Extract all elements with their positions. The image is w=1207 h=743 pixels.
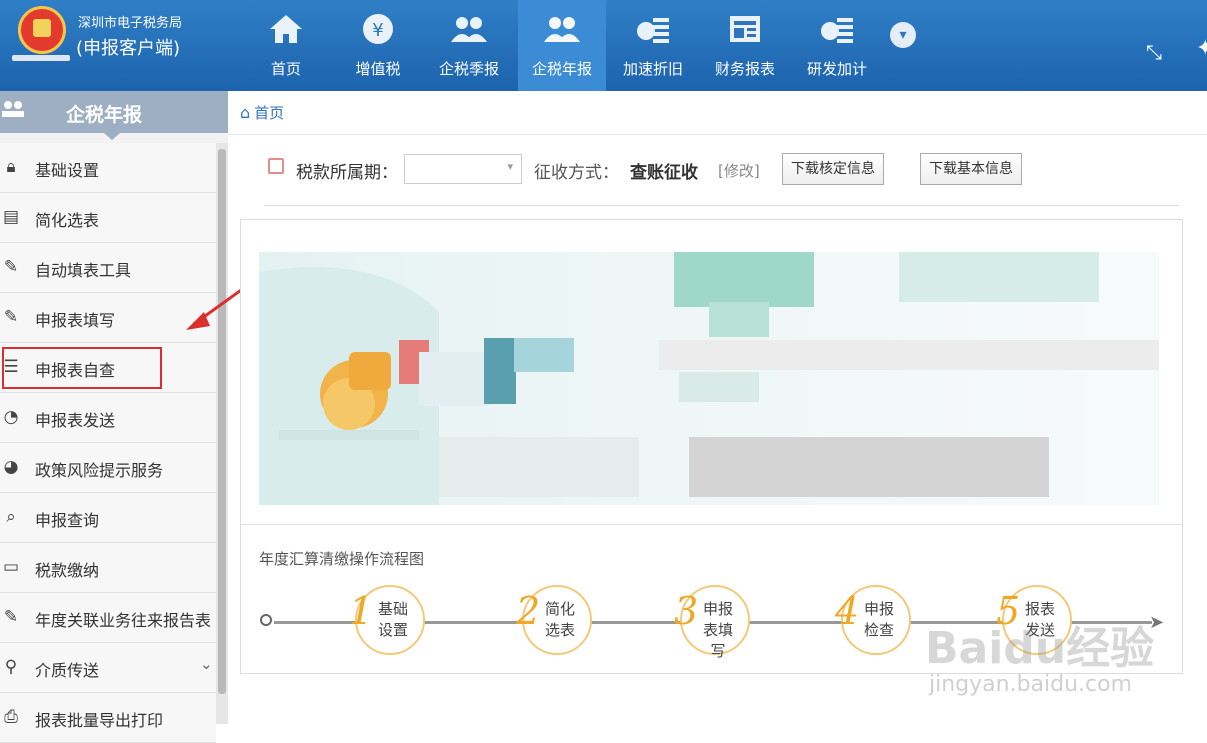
levy-value: 查账征收 — [630, 163, 698, 183]
sidebar-item-media-transfer[interactable]: ⚲ 介质传送 ⌄ — [0, 643, 216, 693]
sidebar-item-report-query[interactable]: ⌕ 申报查询 — [0, 493, 216, 543]
gear-icon[interactable]: ✦ — [1196, 36, 1207, 61]
chevron-down-icon: ▾ — [507, 160, 513, 173]
tax-bureau-emblem-icon — [18, 6, 66, 54]
sidebar-item-label: 年度关联业务往来报告表 — [35, 611, 212, 630]
coin-stack-icon — [817, 12, 857, 46]
nav-label: 企税年报 — [531, 60, 592, 78]
users-icon — [542, 12, 582, 46]
search-doc-icon: ⌕ — [6, 507, 16, 527]
svg-text:¥: ¥ — [372, 20, 383, 41]
period-select[interactable]: ▾ — [404, 154, 522, 184]
flow-step-2[interactable]: 2 简化选表 — [516, 585, 592, 655]
nav-more-chevron-down-icon[interactable]: ▾ — [890, 22, 916, 48]
nav-financial-statements[interactable]: 财务报表 — [701, 0, 789, 91]
edit-icon: ✎ — [3, 607, 19, 627]
sidebar-item-basic-settings[interactable]: 🔒︎ 基础设置 — [0, 143, 216, 193]
nav-label: 财务报表 — [714, 60, 775, 78]
baidu-watermark-url: jingyan.baidu.com — [929, 672, 1133, 697]
breadcrumb[interactable]: ⌂ 首页 — [240, 102, 284, 123]
nav-label: 首页 — [270, 60, 301, 78]
calendar-icon — [268, 158, 284, 174]
step-number: 1 — [349, 589, 374, 633]
client-name: (申报客户端) — [76, 38, 181, 59]
nav-annual-corp-tax[interactable]: 企税年报 — [518, 0, 606, 91]
filter-divider — [264, 205, 1179, 206]
nav-accelerated-depreciation[interactable]: 加速折旧 — [609, 0, 697, 91]
step-number: 3 — [674, 589, 699, 633]
step-number: 2 — [516, 589, 541, 633]
yuan-coin-icon: ¥ — [358, 12, 398, 46]
sidebar-item-label: 基础设置 — [35, 161, 100, 180]
search-icon: ⚲ — [4, 657, 18, 677]
banner-image — [259, 252, 1159, 505]
step-number: 4 — [835, 589, 860, 633]
highlight-box-self-check — [2, 347, 162, 389]
chevron-down-icon: ⌄ — [200, 655, 213, 673]
sidebar: 企税年报 🔒︎ 基础设置 ▤ 简化选表 ✎ 自动填表工具 ✎ 申报表填写 ☰ 申… — [0, 91, 228, 743]
sidebar-caret — [104, 133, 120, 140]
breadcrumb-divider — [228, 134, 1207, 135]
print-icon: ⎙ — [4, 707, 18, 727]
nav-vat[interactable]: ¥ 增值税 — [334, 0, 422, 91]
nav-home[interactable]: 首页 — [242, 0, 330, 91]
sidebar-item-label: 申报表发送 — [35, 411, 116, 430]
download-basic-info-button[interactable]: 下载基本信息 — [920, 153, 1022, 185]
levy-label: 征收方式： — [534, 163, 619, 183]
home-outline-icon: ⌂ — [240, 103, 251, 122]
flow-step-1[interactable]: 1 基础设置 — [349, 585, 425, 655]
sidebar-item-label: 介质传送 — [35, 661, 100, 680]
users-icon — [0, 99, 26, 125]
nav-label: 研发加计 — [806, 60, 867, 78]
nav-rd-deduction[interactable]: 研发加计 — [793, 0, 881, 91]
send-icon: ◔ — [3, 407, 19, 427]
shrink-window-icon[interactable]: ⤡ — [1146, 40, 1162, 64]
sidebar-item-label: 简化选表 — [35, 211, 100, 230]
sidebar-item-label: 报表批量导出打印 — [35, 711, 164, 730]
policy-icon: ◕ — [3, 457, 19, 477]
sidebar-header: 企税年报 — [0, 91, 228, 133]
flow-step-4[interactable]: 4 申报检查 — [835, 585, 911, 655]
baidu-watermark: Baidu经验 — [925, 623, 1155, 674]
sidebar-item-label: 申报表填写 — [35, 311, 116, 330]
step-label: 申报检查 — [863, 600, 894, 639]
download-verify-info-button[interactable]: 下载核定信息 — [782, 153, 884, 185]
sidebar-item-send-report[interactable]: ◔ 申报表发送 — [0, 393, 216, 443]
step-label: 申报表填写 — [702, 600, 733, 660]
period-label: 税款所属期： — [296, 163, 398, 183]
flow-divider — [240, 524, 1183, 525]
sidebar-item-label: 税款缴纳 — [35, 561, 100, 580]
nav-label: 企税季报 — [438, 60, 499, 78]
form-icon: ▤ — [2, 207, 20, 227]
sidebar-item-batch-export-print[interactable]: ⎙ 报表批量导出打印 — [0, 693, 216, 743]
sidebar-item-tax-payment[interactable]: ▭ 税款缴纳 — [0, 543, 216, 593]
nav-label: 加速折旧 — [622, 60, 683, 78]
lock-icon: 🔒︎ — [6, 157, 16, 177]
nav-quarterly-corp-tax[interactable]: 企税季报 — [425, 0, 513, 91]
sidebar-item-policy-risk[interactable]: ◕ 政策风险提示服务 — [0, 443, 216, 493]
top-bar: 深圳市电子税务局 (申报客户端) 首页 ¥ 增值税 企税季报 企税年报 加速折旧 — [0, 0, 1207, 91]
step-label: 基础设置 — [377, 600, 408, 639]
coin-stack-icon — [633, 12, 673, 46]
step-label: 简化选表 — [544, 600, 575, 639]
breadcrumb-home: 首页 — [254, 104, 285, 122]
wallet-icon: ▭ — [2, 557, 20, 577]
sidebar-item-label: 政策风险提示服务 — [35, 461, 164, 480]
flow-step-3[interactable]: 3 申报表填写 — [674, 585, 750, 660]
flow-start-dot — [260, 614, 272, 626]
sidebar-title: 企税年报 — [66, 104, 143, 126]
emblem-base — [12, 55, 70, 61]
users-icon — [449, 12, 489, 46]
edit-icon: ✎ — [3, 257, 19, 277]
home-icon — [266, 12, 306, 46]
sidebar-item-label: 自动填表工具 — [35, 261, 132, 280]
flow-title: 年度汇算清缴操作流程图 — [259, 550, 425, 568]
nav-label: 增值税 — [355, 60, 401, 78]
edit-icon: ✎ — [3, 307, 19, 327]
sidebar-item-label: 申报查询 — [35, 511, 100, 530]
modify-link[interactable]: [修改] — [718, 160, 760, 181]
sidebar-item-related-party-report[interactable]: ✎ 年度关联业务往来报告表 — [0, 593, 216, 643]
org-name: 深圳市电子税务局 — [78, 16, 183, 31]
report-icon — [725, 12, 765, 46]
